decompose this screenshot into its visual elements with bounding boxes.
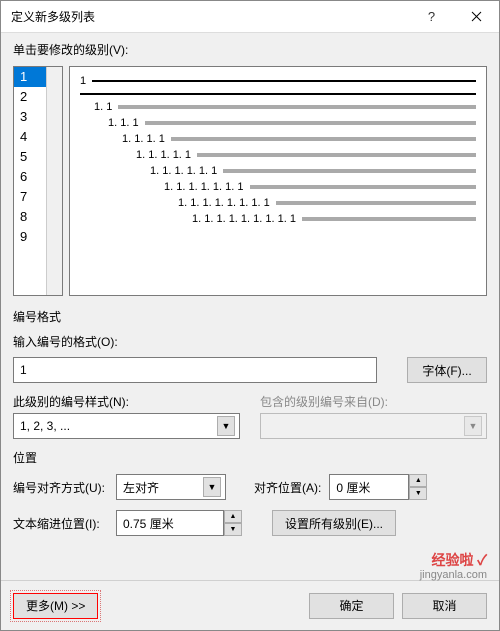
style-label: 此级别的编号样式(N): [13,393,240,410]
spin-up-icon[interactable]: ▲ [409,474,427,487]
chevron-down-icon: ▼ [203,477,221,497]
include-from-label: 包含的级别编号来自(D): [260,393,487,410]
align-select[interactable]: 左对齐 ▼ [116,474,226,500]
align-at-spinner[interactable]: ▲ ▼ [329,474,427,500]
preview-number: 1. 1 [94,101,112,113]
align-at-label: 对齐位置(A): [254,479,321,496]
preview-row [80,93,476,95]
preview-row: 1. 1 [80,101,476,113]
align-value: 左对齐 [123,479,199,496]
preview-number: 1. 1. 1. 1. 1. 1. 1. 1 [178,197,270,209]
align-at-input[interactable] [329,474,409,500]
level-and-preview-row: 123456789 1 1. 1 1. 1. 1 1. 1. 1. 1 1. 1. 1.… [13,66,487,296]
spin-down-icon[interactable]: ▼ [224,523,242,536]
preview-line [80,93,476,95]
preview-row: 1. 1. 1. 1. 1 [80,149,476,161]
dialog-window: 定义新多级列表 ? 单击要修改的级别(V): 123456789 1 1. 1 1.… [0,0,500,631]
number-style-value: 1, 2, 3, ... [20,419,213,433]
close-button[interactable] [454,1,499,32]
preview-line [118,105,476,109]
dialog-content: 单击要修改的级别(V): 123456789 1 1. 1 1. 1. 1 1. 1.… [1,33,499,580]
preview-row: 1. 1. 1 [80,117,476,129]
level-list[interactable]: 123456789 [13,66,63,296]
enter-format-label: 输入编号的格式(O): [13,333,487,350]
preview-line [145,121,476,125]
preview-number: 1. 1. 1. 1. 1. 1. 1. 1. 1 [192,213,296,225]
preview-line [250,185,477,189]
ok-button[interactable]: 确定 [309,593,394,619]
titlebar: 定义新多级列表 ? [1,1,499,33]
preview-line [223,169,476,173]
preview-row: 1. 1. 1. 1. 1. 1 [80,165,476,177]
spin-up-icon[interactable]: ▲ [224,510,242,523]
preview-number: 1. 1. 1. 1. 1. 1 [150,165,217,177]
spin-down-icon[interactable]: ▼ [409,487,427,500]
preview-number: 1. 1. 1 [108,117,139,129]
set-all-levels-button[interactable]: 设置所有级别(E)... [272,510,396,536]
indent-row: 文本缩进位置(I): ▲ ▼ 设置所有级别(E)... [13,510,487,536]
number-style-select[interactable]: 1, 2, 3, ... ▼ [13,413,240,439]
cancel-button[interactable]: 取消 [402,593,487,619]
chevron-down-icon: ▼ [217,416,235,436]
font-button[interactable]: 字体(F)... [407,357,487,383]
preview-number: 1. 1. 1. 1 [122,133,165,145]
text-indent-input[interactable] [116,510,224,536]
preview-line [92,80,476,82]
preview-line [302,217,476,221]
help-button[interactable]: ? [409,1,454,32]
chevron-down-icon: ▼ [464,416,482,436]
window-title: 定义新多级列表 [11,8,409,25]
click-level-label: 单击要修改的级别(V): [13,41,487,58]
preview-row: 1. 1. 1. 1. 1. 1. 1. 1. 1 [80,213,476,225]
level-list-scrollbar[interactable] [46,67,62,295]
preview-row: 1. 1. 1. 1. 1. 1. 1 [80,181,476,193]
preview-number: 1. 1. 1. 1. 1. 1. 1 [164,181,244,193]
more-button[interactable]: 更多(M) >> [13,593,98,619]
number-format-group-label: 编号格式 [13,308,487,325]
format-row: 字体(F)... [13,357,487,383]
include-from-select: ▼ [260,413,487,439]
preview-pane: 1 1. 1 1. 1. 1 1. 1. 1. 1 1. 1. 1. 1. 1 1. 1.… [69,66,487,296]
number-format-input[interactable] [13,357,377,383]
preview-line [171,137,476,141]
position-group-label: 位置 [13,449,487,466]
close-icon [471,11,482,22]
text-indent-label: 文本缩进位置(I): [13,515,108,532]
preview-line [197,153,476,157]
preview-row: 1. 1. 1. 1. 1. 1. 1. 1 [80,197,476,209]
preview-row: 1 [80,75,476,87]
preview-line [276,201,476,205]
align-label: 编号对齐方式(U): [13,479,108,496]
text-indent-spinner[interactable]: ▲ ▼ [116,510,244,536]
preview-row: 1. 1. 1. 1 [80,133,476,145]
dialog-footer: 更多(M) >> 确定 取消 [1,580,499,630]
preview-number: 1 [80,75,86,87]
preview-number: 1. 1. 1. 1. 1 [136,149,191,161]
align-row: 编号对齐方式(U): 左对齐 ▼ 对齐位置(A): ▲ ▼ [13,474,487,500]
